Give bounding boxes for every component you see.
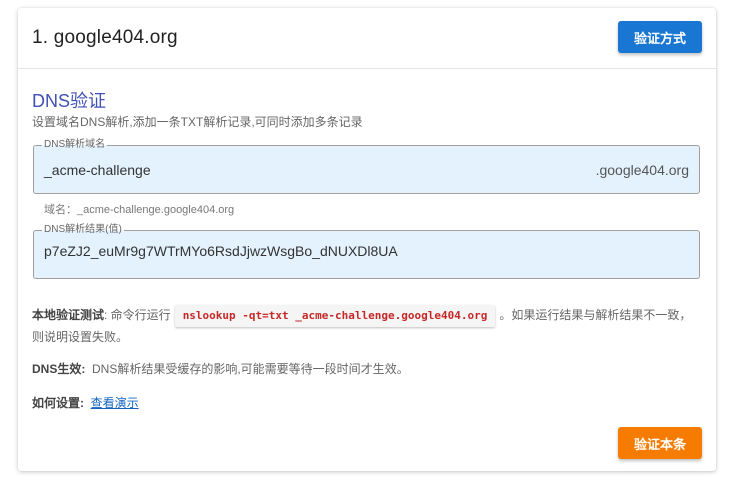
command-code[interactable]: nslookup -qt=txt _acme-challenge.google4… bbox=[174, 305, 496, 327]
local-test-row: 本地验证测试: 命令行运行 nslookup -qt=txt _acme-chal… bbox=[32, 305, 702, 347]
dns-name-hint: 域名：_acme-challenge.google404.org bbox=[44, 204, 235, 216]
dns-effect-row: DNS生效: DNS解析结果受缓存的影响,可能需要等待一段时间才生效。 bbox=[32, 359, 409, 379]
how-to-label: 如何设置: bbox=[32, 396, 84, 410]
dns-effect-text: DNS解析结果受缓存的影响,可能需要等待一段时间才生效。 bbox=[92, 362, 409, 376]
dns-effect-label: DNS生效: bbox=[32, 362, 86, 376]
dns-name-value[interactable]: _acme-challenge bbox=[44, 162, 151, 178]
verify-method-button[interactable]: 验证方式 bbox=[618, 21, 702, 53]
section-title: DNS验证 bbox=[32, 91, 107, 111]
dns-name-suffix: .google404.org bbox=[595, 162, 689, 178]
card-header: 1. google404.org 验证方式 bbox=[18, 8, 716, 69]
card-title: 1. google404.org bbox=[32, 27, 178, 48]
section-description: 设置域名DNS解析,添加一条TXT解析记录,可同时添加多条记录 bbox=[32, 115, 363, 129]
dns-name-label: DNS解析域名 bbox=[42, 139, 108, 151]
dns-value-label: DNS解析结果(值) bbox=[42, 224, 124, 236]
local-test-prefix: : 命令行运行 bbox=[104, 308, 171, 322]
domain-card: 1. google404.org 验证方式 DNS验证 设置域名DNS解析,添加… bbox=[18, 8, 716, 471]
how-to-row: 如何设置: 查看演示 bbox=[32, 393, 139, 413]
dns-value-field[interactable]: DNS解析结果(值) p7eZJ2_euMr9g7WTrMYo6RsdJjwzW… bbox=[33, 224, 700, 279]
dns-value-text[interactable]: p7eZJ2_euMr9g7WTrMYo6RsdJjwzWsgBo_dNUXDl… bbox=[44, 243, 398, 259]
verify-entry-button[interactable]: 验证本条 bbox=[618, 427, 702, 459]
local-test-label: 本地验证测试 bbox=[32, 308, 105, 322]
dns-name-field[interactable]: DNS解析域名 _acme-challenge .google404.org bbox=[33, 139, 700, 194]
view-demo-link[interactable]: 查看演示 bbox=[91, 396, 139, 410]
